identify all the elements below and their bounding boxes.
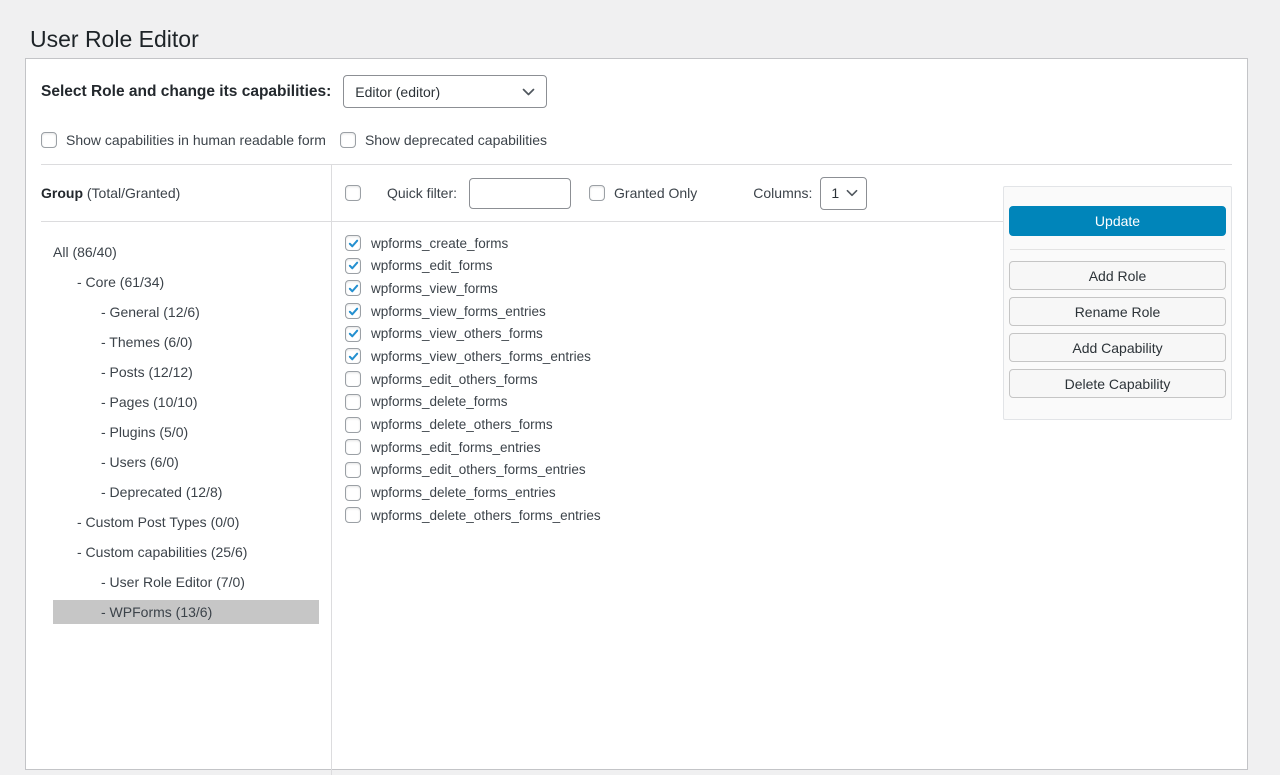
capability-row: wpforms_delete_others_forms_entries — [345, 507, 1247, 523]
capability-row: wpforms_edit_forms_entries — [345, 439, 1247, 455]
human-readable-toggle: Show capabilities in human readable form — [41, 132, 326, 148]
groups-header: Group (Total/Granted) — [41, 165, 331, 221]
group-tree-item[interactable]: All (86/40) — [53, 240, 319, 264]
content-columns: Group (Total/Granted) All (86/40) - Core … — [26, 165, 1247, 775]
capability-checkbox[interactable] — [345, 348, 361, 364]
capability-label: wpforms_delete_others_forms — [371, 417, 553, 432]
capability-label: wpforms_delete_others_forms_entries — [371, 508, 601, 523]
quick-filter-label: Quick filter: — [387, 185, 457, 201]
capability-label: wpforms_edit_others_forms — [371, 372, 538, 387]
deprecated-label: Show deprecated capabilities — [365, 132, 547, 148]
group-tree-item[interactable]: - Plugins (5/0) — [53, 420, 319, 444]
human-readable-label: Show capabilities in human readable form — [66, 132, 326, 148]
capability-checkbox[interactable] — [345, 371, 361, 387]
group-tree-item[interactable]: - Custom Post Types (0/0) — [53, 510, 319, 534]
granted-only-label: Granted Only — [614, 185, 697, 201]
columns-label: Columns: — [753, 185, 812, 201]
group-tree-item[interactable]: - Custom capabilities (25/6) — [53, 540, 319, 564]
human-readable-checkbox[interactable] — [41, 132, 57, 148]
capability-label: wpforms_edit_forms — [371, 258, 493, 273]
capability-checkbox[interactable] — [345, 235, 361, 251]
capabilities-column: Quick filter: Granted Only Columns: 1 wp… — [332, 165, 1247, 775]
group-tree-item[interactable]: - WPForms (13/6) — [53, 600, 319, 624]
capability-checkbox[interactable] — [345, 326, 361, 342]
capability-label: wpforms_edit_others_forms_entries — [371, 462, 586, 477]
update-button[interactable]: Update — [1009, 206, 1226, 236]
columns-select-value: 1 — [831, 185, 839, 201]
display-toggles-row: Show capabilities in human readable form… — [26, 108, 1247, 156]
groups-header-title: Group — [41, 185, 83, 201]
role-select-value: Editor (editor) — [355, 84, 440, 100]
deprecated-checkbox[interactable] — [340, 132, 356, 148]
page-title: User Role Editor — [30, 25, 199, 55]
capability-label: wpforms_view_others_forms_entries — [371, 349, 591, 364]
add-capability-button[interactable]: Add Capability — [1009, 333, 1226, 362]
group-tree-item[interactable]: - General (12/6) — [53, 300, 319, 324]
rename-role-button[interactable]: Rename Role — [1009, 297, 1226, 326]
capability-checkbox[interactable] — [345, 280, 361, 296]
capability-checkbox[interactable] — [345, 258, 361, 274]
capability-row: wpforms_edit_others_forms_entries — [345, 462, 1247, 478]
capability-checkbox[interactable] — [345, 417, 361, 433]
group-tree-item[interactable]: - Posts (12/12) — [53, 360, 319, 384]
role-select[interactable]: Editor (editor) — [343, 75, 547, 108]
groups-column: Group (Total/Granted) All (86/40) - Core … — [26, 165, 332, 775]
capability-checkbox[interactable] — [345, 462, 361, 478]
capability-row: wpforms_delete_forms_entries — [345, 485, 1247, 501]
group-tree-item[interactable]: - Deprecated (12/8) — [53, 480, 319, 504]
chevron-down-icon — [522, 88, 535, 96]
capability-label: wpforms_delete_forms — [371, 394, 508, 409]
main-panel: Select Role and change its capabilities:… — [25, 58, 1248, 770]
quick-filter-input[interactable] — [469, 178, 571, 209]
group-tree-item[interactable]: - Users (6/0) — [53, 450, 319, 474]
group-tree-item[interactable]: - Core (61/34) — [53, 270, 319, 294]
group-tree-item[interactable]: - Pages (10/10) — [53, 390, 319, 414]
capability-label: wpforms_view_forms — [371, 281, 498, 296]
capability-checkbox[interactable] — [345, 507, 361, 523]
group-tree-item[interactable]: - Themes (6/0) — [53, 330, 319, 354]
chevron-down-icon — [846, 189, 858, 197]
deprecated-toggle: Show deprecated capabilities — [340, 132, 547, 148]
capability-label: wpforms_edit_forms_entries — [371, 440, 541, 455]
capability-label: wpforms_delete_forms_entries — [371, 485, 556, 500]
capability-label: wpforms_view_others_forms — [371, 326, 543, 341]
role-selector-label: Select Role and change its capabilities: — [41, 83, 331, 101]
delete-capability-button[interactable]: Delete Capability — [1009, 369, 1226, 398]
capability-checkbox[interactable] — [345, 485, 361, 501]
groups-header-text: Group (Total/Granted) — [41, 185, 180, 201]
groups-tree: All (86/40) - Core (61/34) - General (12/6… — [53, 240, 319, 624]
group-tree-item[interactable]: - User Role Editor (7/0) — [53, 570, 319, 594]
actions-box: Update Add Role Rename Role Add Capabili… — [1003, 186, 1232, 420]
role-selector-row: Select Role and change its capabilities:… — [26, 59, 1247, 108]
capability-checkbox[interactable] — [345, 439, 361, 455]
columns-select[interactable]: 1 — [820, 177, 867, 210]
groups-header-note: (Total/Granted) — [87, 185, 180, 201]
capability-label: wpforms_create_forms — [371, 236, 508, 251]
capability-checkbox[interactable] — [345, 303, 361, 319]
capability-checkbox[interactable] — [345, 394, 361, 410]
actions-divider — [1010, 249, 1225, 250]
capability-label: wpforms_view_forms_entries — [371, 304, 546, 319]
granted-only-checkbox[interactable] — [589, 185, 605, 201]
add-role-button[interactable]: Add Role — [1009, 261, 1226, 290]
select-all-checkbox[interactable] — [345, 185, 361, 201]
groups-header-rule: Group (Total/Granted) — [41, 165, 331, 222]
